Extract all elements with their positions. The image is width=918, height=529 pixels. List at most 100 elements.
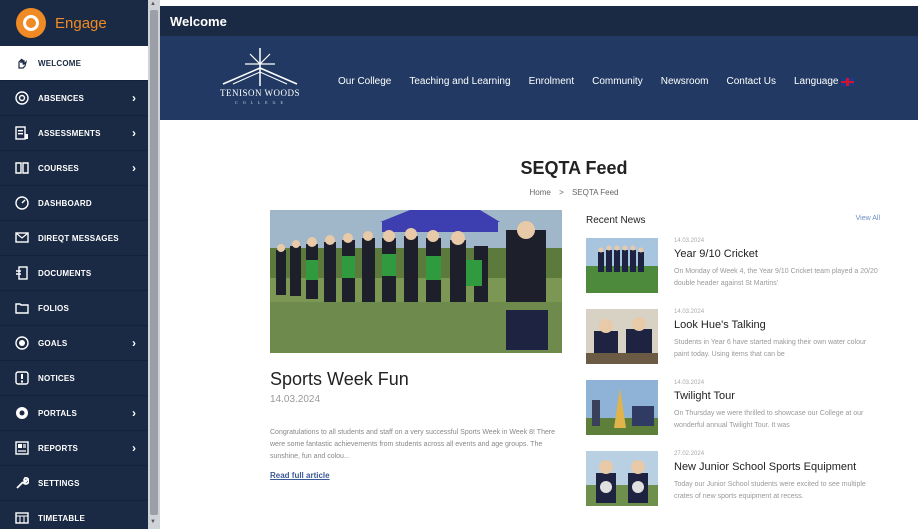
engage-logo-icon [16,8,46,38]
site-header: TENISON WOODS C O L L E G E Our College … [160,36,918,120]
scroll-up-arrow-icon[interactable]: ▲ [150,1,156,7]
brand-name: Engage [55,14,107,32]
sidebar-item-absences[interactable]: Absences › [0,81,148,116]
chevron-right-icon: › [132,441,136,455]
cricket-team-photo-icon [586,238,658,293]
news-title[interactable]: New Junior School Sports Equipment [674,461,856,473]
chevron-right-icon: › [132,406,136,420]
sidebar-item-documents[interactable]: Documents [0,256,148,291]
sidebar: Engage Welcome Absences › Assessment [0,0,148,529]
sidebar-item-label: Absences [38,93,85,103]
sidebar-item-label: Timetable [38,513,85,523]
sidebar-item-label: Dashboard [38,198,92,208]
portal-icon [14,405,30,421]
site-nav-language[interactable]: Language [794,76,855,87]
sidebar-item-courses[interactable]: Courses › [0,151,148,186]
message-icon [14,230,30,246]
news-title[interactable]: Look Hue's Talking [674,319,766,331]
sidebar-item-welcome[interactable]: Welcome [0,46,148,81]
scroll-thumb[interactable] [150,10,158,515]
site-nav: Our College Teaching and Learning Enrolm… [338,76,872,87]
brand[interactable]: Engage [0,0,148,46]
top-bar: Welcome [160,6,918,36]
news-date: 14.03.2024 [674,309,705,315]
news-thumbnail[interactable] [586,309,658,364]
sidebar-item-settings[interactable]: Settings [0,466,148,501]
at-sign-icon [14,90,30,106]
site-nav-our-college[interactable]: Our College [338,76,391,87]
recent-news-header: Recent News View All [586,210,880,228]
folder-icon [14,300,30,316]
news-title[interactable]: Twilight Tour [674,390,735,402]
sidebar-item-label: Welcome [38,58,82,68]
app-window: Engage Welcome Absences › Assessment [0,0,918,529]
site-nav-contact-us[interactable]: Contact Us [727,76,776,87]
sidebar-item-goals[interactable]: Goals › [0,326,148,361]
college-logo-subtext: C O L L E G E [235,100,285,105]
news-item[interactable]: 14.03.2024 Year 9/10 Cricket On Monday o… [586,228,880,299]
college-logo[interactable]: TENISON WOODS C O L L E G E [215,46,305,110]
sidebar-item-notices[interactable]: Notices [0,361,148,396]
breadcrumb-current: SEQTA Feed [571,188,619,197]
sidebar-item-label: Goals [38,338,68,348]
sports-equipment-photo-icon [586,451,658,506]
hand-wave-icon [14,55,30,71]
feed-title: SEQTA Feed [520,158,628,178]
news-thumbnail[interactable] [586,380,658,435]
site-nav-teaching-and-learning[interactable]: Teaching and Learning [409,76,510,87]
news-excerpt: On Thursday we were thrilled to showcase… [674,410,864,429]
book-open-icon [14,160,30,176]
sidebar-item-timetable[interactable]: Timetable [0,501,148,529]
scroll-down-arrow-icon[interactable]: ▼ [150,519,156,525]
site-nav-language-label: Language [793,76,839,87]
chevron-right-icon: › [132,126,136,140]
sidebar-item-label: Courses [38,163,79,173]
sidebar-item-portals[interactable]: Portals › [0,396,148,431]
sports-week-photo-icon [270,210,562,353]
chevron-right-icon: › [132,336,136,350]
college-logo-text: TENISON WOODS [219,88,301,98]
sidebar-item-reports[interactable]: Reports › [0,431,148,466]
sidebar-item-direqt-messages[interactable]: DireqT Messages [0,221,148,256]
main-content: SEQTA Feed Home > SEQTA Feed Sports Week… [160,120,918,529]
sidebar-item-folios[interactable]: Folios [0,291,148,326]
site-nav-enrolment[interactable]: Enrolment [529,76,575,87]
featured-article-image[interactable] [270,210,562,353]
news-thumbnail[interactable] [586,238,658,293]
featured-article-title[interactable]: Sports Week Fun [270,369,562,390]
breadcrumb-home[interactable]: Home [529,188,550,197]
news-title[interactable]: Year 9/10 Cricket [674,248,758,260]
dashboard-icon [14,195,30,211]
news-date: 14.03.2024 [674,380,705,386]
news-thumbnail[interactable] [586,451,658,506]
twilight-tour-photo-icon [586,380,658,435]
site-nav-newsroom[interactable]: Newsroom [661,76,709,87]
read-full-article-link[interactable]: Read full article [270,471,330,480]
notice-icon [14,370,30,386]
breadcrumb: Home > SEQTA Feed [160,188,918,197]
assessment-icon [14,125,30,141]
recent-news: Recent News View All 14.03.2024 Year 9/1… [586,210,880,512]
wrench-icon [14,475,30,491]
news-item[interactable]: 14.03.2024 Twilight Tour On Thursday we … [586,370,880,441]
breadcrumb-separator: > [559,188,564,197]
sidebar-item-label: Folios [38,303,69,313]
site-nav-community[interactable]: Community [592,76,643,87]
report-icon [14,440,30,456]
document-icon [14,265,30,281]
view-all-link[interactable]: View All [856,215,880,222]
sidebar-item-label: Notices [38,373,75,383]
sidebar-item-dashboard[interactable]: Dashboard [0,186,148,221]
sidebar-item-label: Documents [38,268,92,278]
sidebar-item-assessments[interactable]: Assessments › [0,116,148,151]
sidebar-item-label: Settings [38,478,80,488]
news-date: 27.02.2024 [674,451,705,457]
paint-class-photo-icon [586,309,658,364]
chevron-right-icon: › [132,91,136,105]
sidebar-item-label: Assessments [38,128,101,138]
sidebar-scrollbar[interactable]: ▲ ▼ [148,0,160,529]
chevron-right-icon: › [132,161,136,175]
news-item[interactable]: 27.02.2024 New Junior School Sports Equi… [586,441,880,512]
news-item[interactable]: 14.03.2024 Look Hue's Talking Students i… [586,299,880,370]
page-title: Welcome [170,13,227,29]
